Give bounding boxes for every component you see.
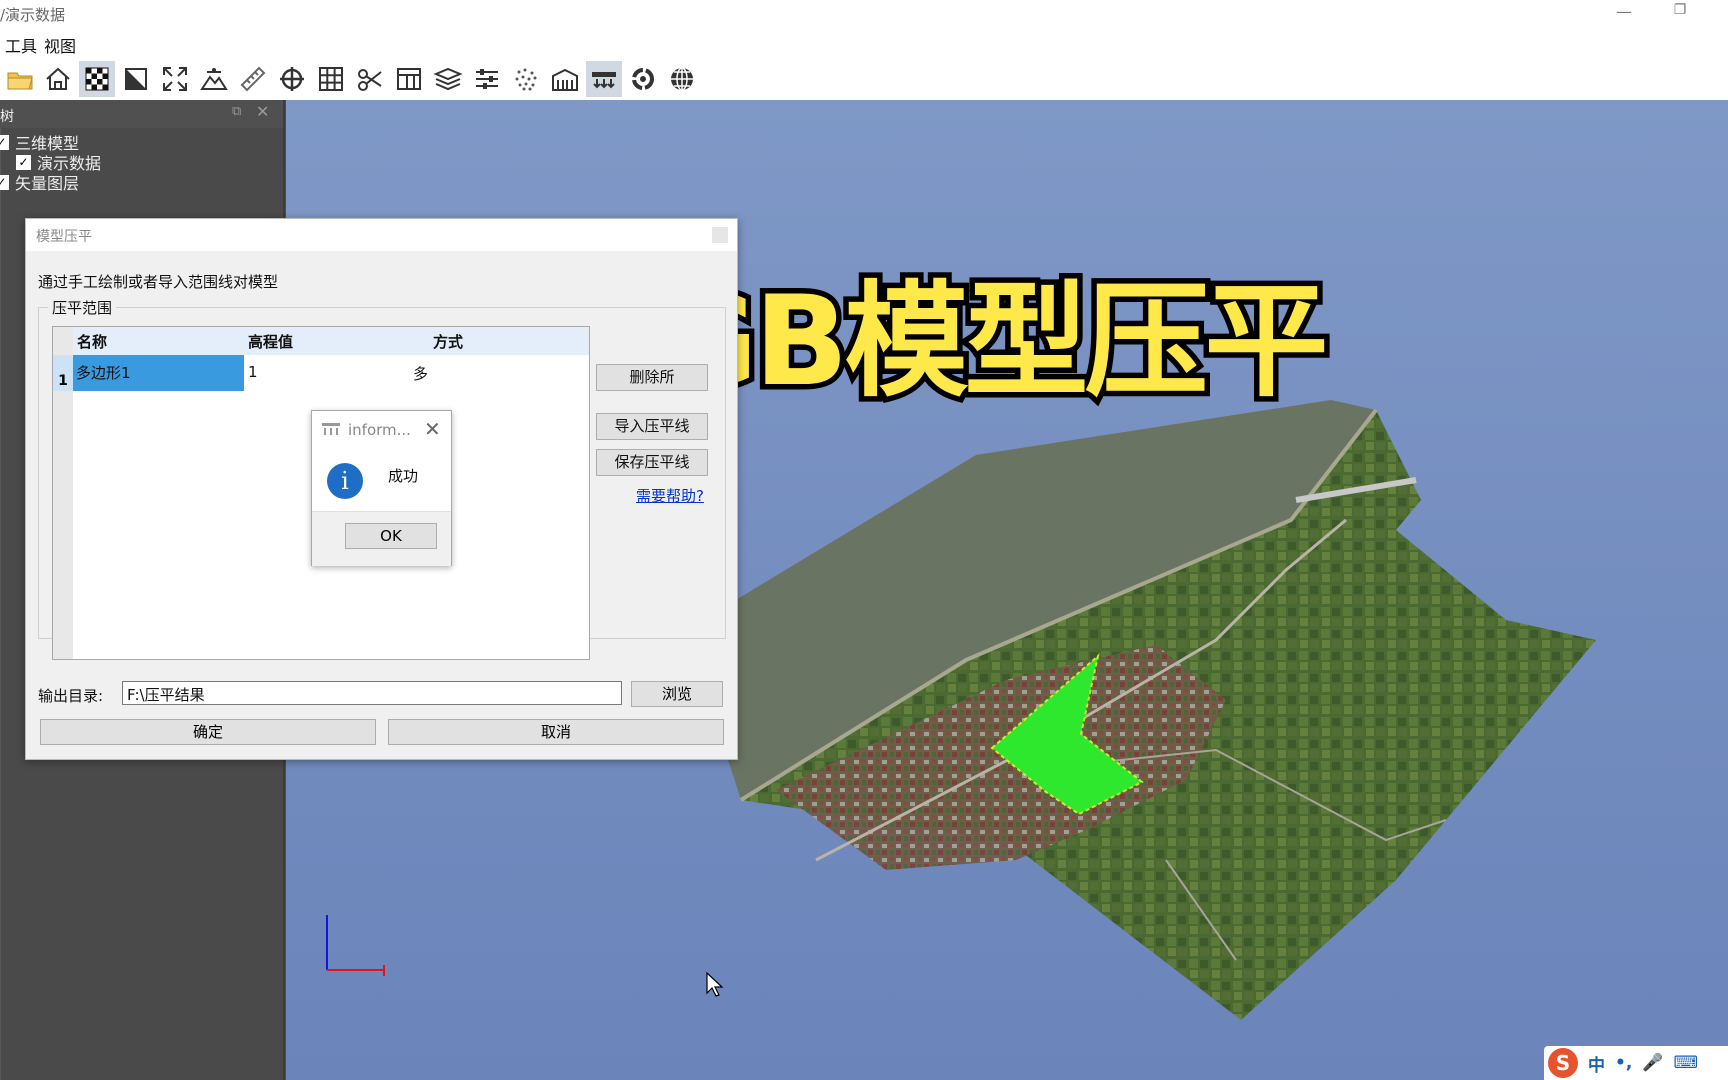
information-message-box: inform... ✕ i 成功 OK [311, 410, 452, 566]
tree-item-vector-layer[interactable]: ✓ 矢量图层 [0, 170, 79, 194]
noise-icon[interactable] [508, 61, 544, 97]
dialog-close-button[interactable] [712, 227, 728, 243]
checkbox-icon[interactable]: ✓ [16, 154, 31, 170]
group-label: 压平范围 [48, 297, 117, 318]
checkbox-icon[interactable]: ✓ [0, 174, 9, 190]
home-icon[interactable] [40, 61, 76, 97]
browse-button[interactable]: 浏览 [631, 681, 723, 707]
sogou-logo-icon[interactable]: S [1548, 1048, 1578, 1078]
toolbar [0, 58, 1728, 100]
sliders-icon[interactable] [469, 61, 505, 97]
table-header: 名称 高程值 方式 [73, 327, 589, 355]
info-icon: i [327, 463, 363, 499]
save-flatten-line-button[interactable]: 保存压平线 [596, 449, 708, 476]
building-icon[interactable] [547, 61, 583, 97]
float-icon[interactable]: ⧉ [232, 104, 241, 119]
minimize-icon[interactable]: — [1612, 2, 1636, 24]
table-icon[interactable] [391, 61, 427, 97]
checkerboard-icon[interactable] [79, 61, 115, 97]
ime-punctuation-icon[interactable]: •, [1615, 1053, 1632, 1073]
folder-open-icon[interactable] [2, 61, 38, 97]
output-dir-input[interactable]: F:\压平结果 [122, 681, 622, 705]
mouse-cursor-icon [706, 972, 724, 997]
delete-all-button[interactable]: 删除所 [596, 364, 708, 391]
window-titlebar [0, 0, 1728, 28]
output-dir-label: 输出目录: [38, 687, 104, 705]
dialog-titlebar [26, 219, 737, 251]
contrast-icon[interactable] [118, 61, 154, 97]
column-header-mode[interactable]: 方式 [433, 331, 463, 352]
keyboard-icon[interactable]: ⌨ [1674, 1053, 1699, 1073]
dialog-title: 模型压平 [36, 229, 92, 245]
globe-icon[interactable] [664, 61, 700, 97]
menu-bar: 工具 视图 [0, 28, 1728, 58]
menu-view[interactable]: 视图 [44, 33, 76, 57]
window-title: /演示数据 [0, 6, 66, 24]
scissors-icon[interactable] [352, 61, 388, 97]
confirm-button[interactable]: 确定 [40, 719, 376, 745]
column-header-name[interactable]: 名称 [77, 331, 107, 352]
ok-button[interactable]: OK [345, 523, 437, 549]
dialog-description: 通过手工绘制或者导入范围线对模型 [38, 273, 279, 291]
message-text: 成功 [388, 467, 419, 485]
table-cell-mode[interactable]: 多 [413, 363, 428, 384]
fullscreen-icon[interactable] [157, 61, 193, 97]
tree-item-label: 矢量图层 [15, 174, 80, 193]
close-icon[interactable]: ✕ [256, 102, 269, 121]
checkbox-icon[interactable]: ✓ [0, 134, 9, 150]
ruler-icon[interactable] [235, 61, 271, 97]
restore-icon[interactable]: ❐ [1668, 2, 1692, 24]
crosshair-icon[interactable] [274, 61, 310, 97]
close-icon[interactable]: ✕ [424, 417, 441, 441]
flatten-icon[interactable] [586, 61, 622, 97]
terrain-icon[interactable] [196, 61, 232, 97]
recycle-icon[interactable] [625, 61, 661, 97]
message-title: inform... [348, 421, 411, 439]
tree-panel-title: 树 [0, 109, 14, 125]
table-cell-name[interactable]: 多边形1 [73, 355, 244, 391]
row-number[interactable]: 1 [53, 355, 73, 391]
table-cell-height[interactable]: 1 [248, 363, 258, 381]
help-link[interactable]: 需要帮助? [636, 485, 704, 506]
app-icon [322, 423, 340, 435]
grid-icon[interactable] [313, 61, 349, 97]
menu-tools[interactable]: 工具 [5, 33, 37, 57]
microphone-icon[interactable]: 🎤 [1642, 1053, 1663, 1073]
import-flatten-line-button[interactable]: 导入压平线 [596, 413, 708, 440]
cancel-button[interactable]: 取消 [388, 719, 724, 745]
ime-toolbar: S 中 •, 🎤 ⌨ [1544, 1046, 1728, 1080]
column-header-height[interactable]: 高程值 [248, 331, 293, 352]
layers-icon[interactable] [430, 61, 466, 97]
ime-chinese-mode[interactable]: 中 [1588, 1051, 1605, 1076]
